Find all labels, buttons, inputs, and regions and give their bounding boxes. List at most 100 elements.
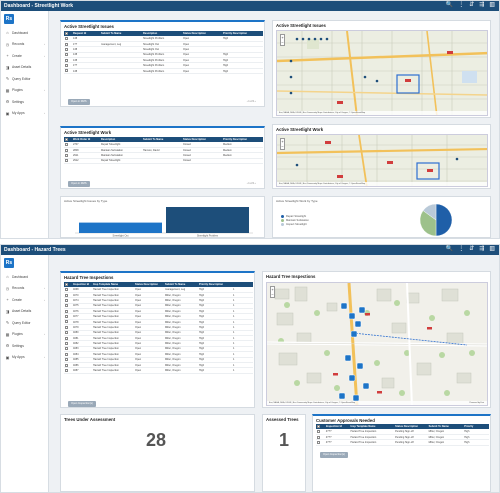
top-bar: Dashboard - Streetlight Work 🔍 ⋮ ⇵ ⇶ ▥ (1, 1, 499, 11)
sort-icon[interactable]: ⇵ (469, 2, 474, 9)
sidebar-item-plugins[interactable]: ▦ Plugins › (3, 329, 47, 341)
apps-icon: ▣ (5, 354, 10, 360)
pie-slice[interactable] (435, 203, 453, 237)
layout-icon[interactable]: ⇶ (479, 2, 484, 9)
sidebar-item-dashboard[interactable]: ⌂ Dashboard (3, 27, 47, 39)
zoom-out-button[interactable]: − (271, 292, 274, 297)
sidebar-item-settings[interactable]: ⚙ Settings (3, 340, 47, 352)
layout-icon[interactable]: ⇶ (479, 246, 484, 253)
sort-icon[interactable]: ⇵ (469, 246, 474, 253)
cell: Miller, Oregon (164, 367, 198, 374)
sidebar-item-my-apps[interactable]: ▣ My Apps › (3, 108, 47, 120)
sidebar-item-label: My Apps (12, 355, 25, 360)
app-logo[interactable]: Rs (4, 14, 14, 24)
open-inspections-button[interactable]: Open Inspection(s) (68, 401, 96, 407)
work-table: Work Order Id Description Submit To Name… (64, 137, 263, 165)
open-in-rms-button[interactable]: Open in RMS (68, 99, 90, 105)
cell (222, 158, 263, 165)
zoom-control[interactable]: + − (280, 138, 285, 150)
panel-title: Active Streetlight Work (64, 130, 112, 135)
zoom-control[interactable]: + − (280, 34, 285, 46)
zoom-out-button[interactable]: − (281, 40, 284, 45)
row-checkbox[interactable] (64, 68, 72, 75)
panel-title: Hazard Tree Inspections (266, 274, 316, 279)
cell: Closed (182, 158, 222, 165)
sidebar-item-label: Settings (12, 99, 24, 104)
panel-icon[interactable]: ▥ (489, 246, 495, 253)
cell: Open (134, 367, 164, 374)
kpi-value: 1 (279, 430, 290, 450)
cell: Miller, Oregon (427, 439, 464, 446)
chevron-right-icon: › (44, 111, 45, 116)
search-icon[interactable]: 🔍 (446, 246, 453, 253)
row-checkbox[interactable] (64, 158, 72, 165)
sidebar-item-create[interactable]: + Create › (3, 50, 47, 62)
more-icon[interactable]: ⋮ (458, 2, 464, 9)
map-graphics (277, 31, 487, 115)
open-inspections-button[interactable]: Open Inspection(s) (320, 452, 348, 458)
sidebar-item-query-editor[interactable]: ✎ Query Editor (3, 73, 47, 85)
inspections-table: Inspection Id Insp Template Name Status … (64, 282, 253, 374)
search-icon[interactable]: 🔍 (446, 2, 453, 9)
zoom-control[interactable]: + − (270, 286, 275, 298)
sidebar-item-label: Plugins (12, 88, 23, 93)
chevron-right-icon: › (44, 42, 45, 47)
table-row[interactable]: 138 Streetlight Problem Open High (64, 68, 263, 75)
hazard-tree-map[interactable]: + − Esri, NASA, NGA, USGS | Esri Communit… (266, 282, 488, 406)
table-row[interactable]: 2912 Repair Streetlight Closed (64, 158, 263, 165)
sidebar-item-records[interactable]: ◷ Records › (3, 283, 47, 295)
streetlight-work-map[interactable]: + − Esri, NASA, NGA, USGS | Esri Communit… (276, 134, 488, 187)
table-row[interactable]: 4??? Hazard Tree Inspection Pending Sign-o… (316, 439, 489, 446)
sidebar-item-label: Dashboard (12, 30, 29, 35)
category-label: Streetlight Out (113, 235, 129, 238)
sidebar-item-settings[interactable]: ⚙ Settings (3, 96, 47, 108)
issues-by-type-chart-panel: Active Streetlight Issues by Type Street… (60, 196, 265, 238)
bar[interactable] (79, 222, 162, 233)
sidebar-item-plugins[interactable]: ▦ Plugins › (3, 85, 47, 97)
open-in-rms-button[interactable]: Open in RMS (68, 181, 90, 187)
sidebar-item-asset-details[interactable]: ◨ Asset Details (3, 306, 47, 318)
gear-icon: ⚙ (5, 343, 10, 349)
sidebar-item-label: Records (12, 42, 25, 47)
app-logo[interactable]: Rs (4, 258, 14, 268)
cell: High (198, 367, 232, 374)
kpi-value: 28 (146, 430, 167, 450)
sidebar-item-query-editor[interactable]: ✎ Query Editor (3, 317, 47, 329)
panel-icon[interactable]: ▥ (489, 2, 495, 9)
row-checkbox[interactable] (316, 439, 325, 446)
edit-icon: ✎ (5, 320, 10, 326)
sidebar-item-dashboard[interactable]: ⌂ Dashboard (3, 271, 47, 283)
map-attribution: Esri, NASA, NGA, USGS | Esri Community M… (277, 111, 487, 115)
sidebar-item-my-apps[interactable]: ▣ My Apps › (3, 352, 47, 364)
cell (100, 68, 142, 75)
sidebar: Rs ⌂ Dashboard ◷ Records › + Create › ◨ Asset … (1, 11, 49, 238)
map-attribution: Esri, NASA, NGA, USGS | Esri Community M… (267, 401, 487, 405)
zoom-out-button[interactable]: − (281, 144, 284, 149)
bar[interactable] (166, 207, 249, 233)
work-by-type-chart-panel: Active Streetlight Work by Type Repair S… (272, 196, 491, 238)
cell: Streetlight Problem (142, 68, 182, 75)
cell: 2912 (72, 158, 100, 165)
sidebar-item-create[interactable]: + Create › (3, 294, 47, 306)
more-icon[interactable]: ⋮ (458, 246, 464, 253)
panel-title: Customer Approvals Needed (316, 418, 375, 423)
cell: Repair Streetlight (100, 158, 142, 165)
plus-icon: + (6, 53, 9, 59)
sidebar-item-asset-details[interactable]: ◨ Asset Details (3, 62, 47, 74)
sidebar-item-records[interactable]: ◷ Records › (3, 39, 47, 51)
chevron-right-icon: › (44, 53, 45, 58)
clock-icon: ◷ (5, 285, 10, 291)
panel-title: Active Streetlight Issues (64, 24, 114, 29)
pager[interactable]: ‹ 1 of 1 › (247, 182, 256, 185)
kpi-label: Trees Under Assessment (64, 417, 116, 422)
cell: 138 (72, 68, 100, 75)
panel-title: Active Streetlight Issues (276, 23, 326, 28)
pager[interactable]: ‹ 1 of 1 › (247, 100, 256, 103)
streetlight-issues-map[interactable]: + − Esri, NASA, NGA, USGS | Esri Communit… (276, 30, 488, 116)
sidebar-item-label: Plugins (12, 332, 23, 337)
category-label: Streetlight Problem (197, 235, 218, 238)
row-checkbox[interactable] (64, 367, 72, 374)
table-row[interactable]: 4087 Hazard Tree Inspection Open Miller, Or… (64, 367, 253, 374)
edit-icon: ✎ (5, 76, 10, 82)
chevron-right-icon: › (44, 332, 45, 337)
